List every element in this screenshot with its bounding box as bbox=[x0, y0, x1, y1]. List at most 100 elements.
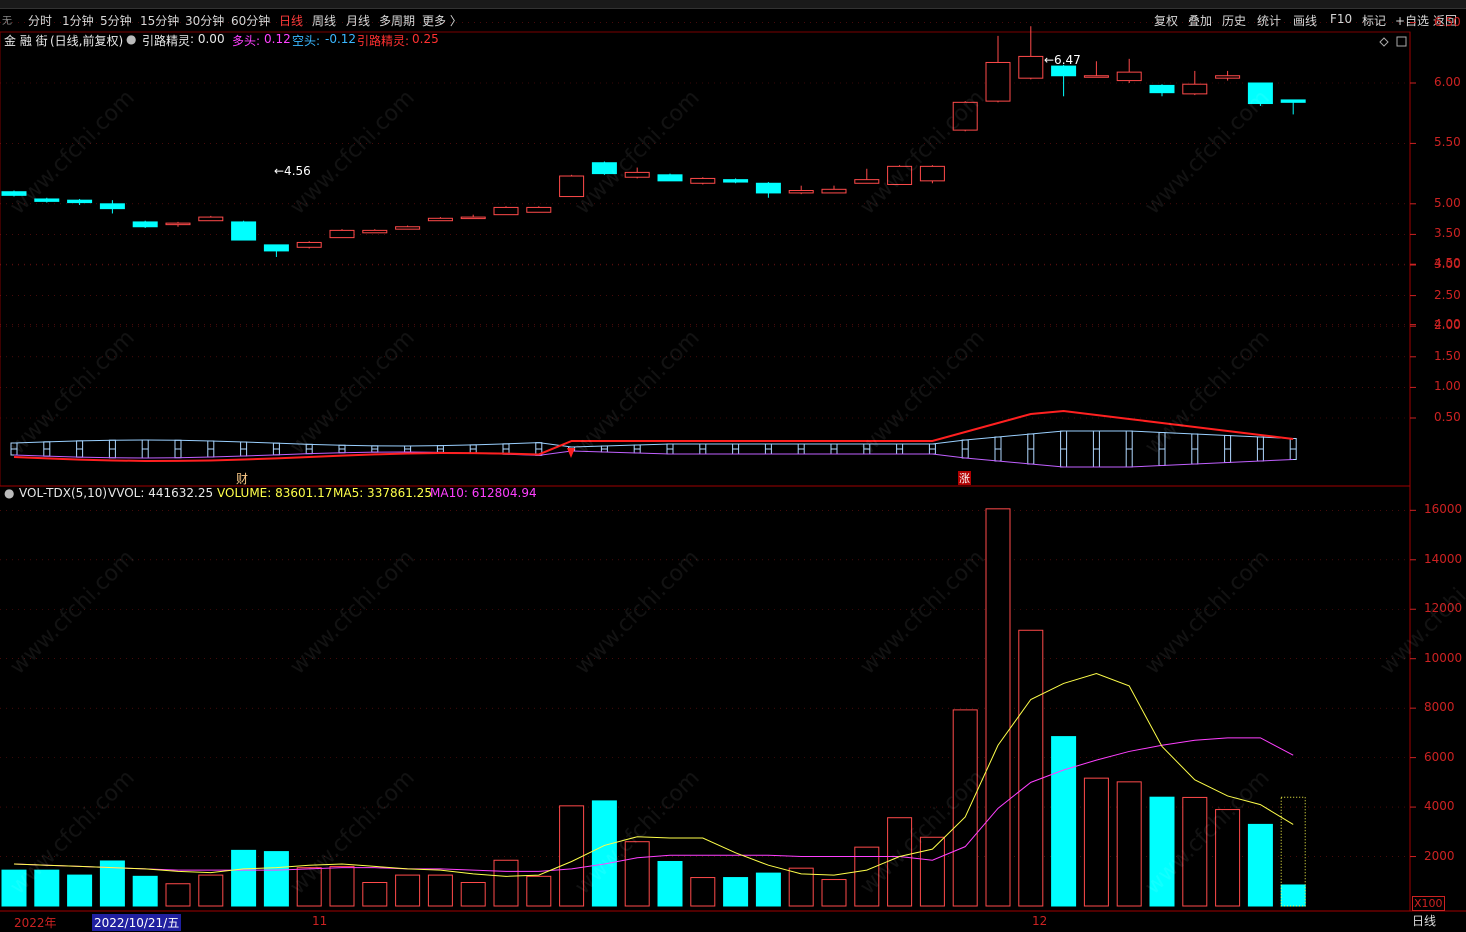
signal-arrow-icon bbox=[567, 448, 575, 458]
volume-bar bbox=[723, 877, 749, 907]
month-12-label: 12 bbox=[1032, 914, 1048, 928]
zhang-marker: 涨 bbox=[959, 472, 970, 485]
price-axis-label: 3.00 bbox=[1434, 257, 1461, 271]
volume-bar bbox=[329, 865, 355, 907]
volume-unit: X100 bbox=[1412, 896, 1445, 911]
candle-body bbox=[263, 244, 289, 252]
price-axis-label: 1.50 bbox=[1434, 348, 1461, 363]
price-axis-label: 5.00 bbox=[1434, 195, 1461, 210]
price-axis-label: 1.00 bbox=[1434, 379, 1461, 394]
candle-body bbox=[231, 221, 257, 241]
candle-body bbox=[1083, 75, 1109, 78]
kline-chart[interactable]: ←6.47 ←4.56 财 涨 bbox=[0, 0, 1466, 932]
volume-bar bbox=[1215, 809, 1241, 907]
candle-body bbox=[1116, 71, 1142, 82]
candle-body bbox=[493, 206, 519, 216]
candle-body bbox=[919, 165, 945, 182]
candle-body bbox=[985, 61, 1011, 102]
volume-axis-label: 10000 bbox=[1424, 650, 1463, 665]
volume-bar bbox=[526, 875, 552, 907]
volume-bar bbox=[1051, 736, 1077, 907]
volume-bar bbox=[755, 872, 781, 907]
candle-body bbox=[132, 221, 158, 228]
volume-bar bbox=[1280, 884, 1306, 907]
cai-marker: 财 bbox=[236, 472, 248, 486]
candle-body bbox=[657, 174, 683, 182]
candle-body bbox=[460, 216, 486, 220]
candle-body bbox=[99, 203, 125, 210]
candle-body bbox=[1247, 82, 1273, 105]
volume-bar bbox=[559, 805, 585, 907]
volume-bar bbox=[362, 882, 388, 907]
volume-bar bbox=[1, 869, 27, 907]
volume-bar bbox=[493, 859, 519, 907]
candle-body bbox=[1149, 84, 1175, 94]
candle-body bbox=[887, 165, 913, 185]
volume-axis-label: 16000 bbox=[1424, 502, 1463, 517]
panel-toggle-icon[interactable] bbox=[1396, 36, 1407, 47]
volume-bar bbox=[395, 874, 421, 907]
period-badge[interactable]: 日线 bbox=[1412, 912, 1436, 929]
ribbon-upper bbox=[13, 430, 1294, 448]
volume-axis-label: 2000 bbox=[1424, 848, 1455, 863]
candle-body bbox=[165, 222, 191, 226]
volume-bar bbox=[34, 869, 60, 907]
volume-bar bbox=[591, 800, 617, 907]
volume-bar bbox=[854, 846, 880, 907]
candle-body bbox=[427, 217, 453, 222]
candle-body bbox=[198, 216, 224, 222]
volume-bar bbox=[919, 836, 945, 907]
volume-bar bbox=[1247, 823, 1273, 907]
volume-bar bbox=[263, 851, 289, 907]
volume-bar bbox=[1182, 796, 1208, 907]
candle-body bbox=[788, 190, 814, 194]
volume-axis-label: 6000 bbox=[1424, 749, 1455, 764]
candle-body bbox=[624, 171, 650, 178]
volume-bar bbox=[821, 879, 847, 907]
volume-axis-label: 12000 bbox=[1424, 601, 1463, 616]
diamond-icon[interactable] bbox=[1379, 37, 1389, 47]
volume-bar bbox=[231, 849, 257, 907]
price-axis-label: 5.50 bbox=[1434, 135, 1461, 150]
candle-body bbox=[690, 177, 716, 184]
candle-body bbox=[723, 179, 749, 183]
price-axis-label: 6.00 bbox=[1434, 75, 1461, 89]
cursor-date: 2022/10/21/五 bbox=[92, 914, 182, 931]
volume-bar bbox=[1116, 781, 1142, 907]
candle-body bbox=[1051, 65, 1077, 77]
candle-body bbox=[67, 199, 93, 204]
volume-bar bbox=[132, 875, 158, 907]
candle-body bbox=[559, 175, 585, 198]
candle-body bbox=[329, 229, 355, 239]
volume-bar bbox=[1018, 629, 1044, 907]
candle-body bbox=[362, 229, 388, 234]
volume-bar bbox=[624, 841, 650, 907]
candle-body bbox=[1182, 83, 1208, 95]
candle-body bbox=[854, 179, 880, 184]
volume-bar bbox=[690, 877, 716, 907]
volume-bar bbox=[887, 817, 913, 907]
candle-body bbox=[821, 188, 847, 194]
volume-axis-label: 4000 bbox=[1424, 799, 1455, 814]
price-axis-label: 6.50 bbox=[1434, 14, 1461, 29]
candle-body bbox=[1280, 99, 1306, 103]
price-axis-label: 0.50 bbox=[1434, 410, 1461, 424]
candle-body bbox=[395, 226, 421, 230]
price-axis-label: 3.50 bbox=[1434, 226, 1461, 241]
candle-body bbox=[1, 191, 27, 196]
year-label: 2022年 bbox=[14, 916, 57, 930]
candle-body bbox=[1018, 55, 1044, 79]
price-axis-label: 2.00 bbox=[1434, 318, 1461, 333]
candle-body bbox=[952, 101, 978, 131]
candle-body bbox=[296, 241, 322, 248]
candle-body bbox=[1215, 75, 1241, 79]
candle-body bbox=[526, 206, 552, 213]
volume-bar bbox=[985, 508, 1011, 907]
volume-bar bbox=[67, 874, 93, 907]
volume-bar bbox=[460, 882, 486, 907]
volume-bar bbox=[296, 867, 322, 907]
volume-bar bbox=[657, 860, 683, 907]
low-price-annotation: ←4.56 bbox=[274, 164, 311, 178]
candle-body bbox=[755, 182, 781, 194]
month-11-label: 11 bbox=[312, 914, 328, 928]
